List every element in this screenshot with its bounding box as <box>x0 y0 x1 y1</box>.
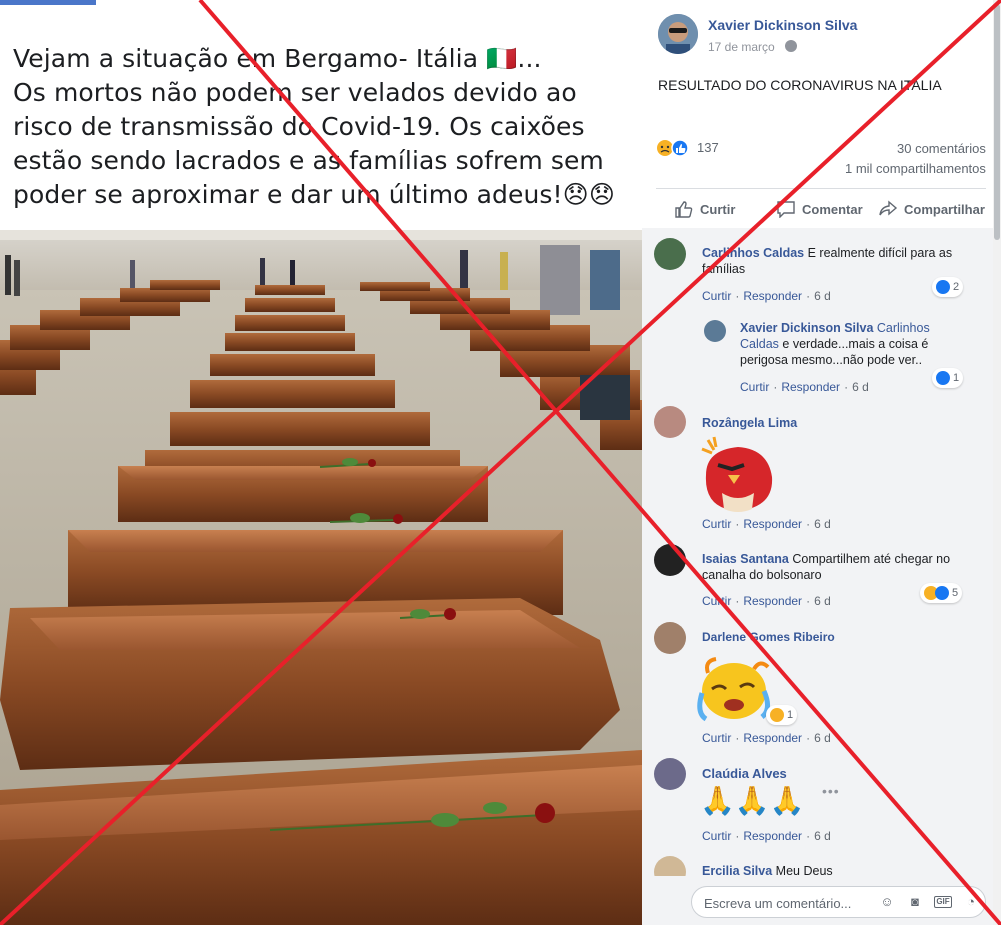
comment-placeholder: Escreva um comentário... <box>704 896 852 911</box>
like-label: Curtir <box>700 201 736 217</box>
comment-time[interactable]: 6 d <box>814 829 831 843</box>
comment-meta: Curtir · Responder · 6 d <box>702 517 831 531</box>
sad-reaction-icon <box>657 140 673 156</box>
emoji-icon[interactable]: ☺ <box>878 894 896 910</box>
scrollbar-thumb[interactable] <box>994 4 1000 240</box>
divider <box>656 188 986 189</box>
reaction-count: 2 <box>953 281 960 293</box>
post-text: RESULTADO DO CORONAVIRUS NA ITALIA <box>658 77 942 93</box>
more-options-icon[interactable]: ••• <box>822 783 840 799</box>
author-name[interactable]: Xavier Dickinson Silva <box>708 17 857 33</box>
commenter-name[interactable]: Claúdia Alves <box>702 766 787 781</box>
comment-time[interactable]: 6 d <box>814 289 831 303</box>
avatar[interactable] <box>654 758 686 790</box>
image-caption: Vejam a situação em Bergamo- Itália 🇮🇹..… <box>13 42 633 212</box>
reply-link[interactable]: Responder <box>743 829 802 843</box>
camera-icon[interactable]: ◙ <box>906 894 924 910</box>
comment-time[interactable]: 6 d <box>852 380 869 394</box>
caption-line: risco de transmissão do Covid-19. Os cai… <box>13 112 585 141</box>
like-link[interactable]: Curtir <box>702 594 731 608</box>
comment-bubble: Xavier Dickinson Silva Carlinhos Caldas … <box>730 313 968 375</box>
like-link[interactable]: Curtir <box>740 380 769 394</box>
share-count[interactable]: 1 mil compartilhamentos <box>845 161 986 176</box>
comment-count[interactable]: 30 comentários <box>897 141 986 156</box>
angry-bird-sticker <box>700 435 776 520</box>
comment-icon <box>777 201 795 218</box>
comment-reactions[interactable]: 1 <box>766 705 798 725</box>
avatar[interactable] <box>704 320 726 342</box>
comment-time[interactable]: 6 d <box>814 594 831 608</box>
prayer-emojis: 🙏🙏🙏 <box>700 785 805 816</box>
reaction-count: 1 <box>953 372 960 384</box>
comment-bubble: Carlinhos Caldas E realmente difícil par… <box>692 238 968 284</box>
globe-icon <box>785 40 797 52</box>
post-image-panel: Vejam a situação em Bergamo- Itália 🇮🇹..… <box>0 0 642 925</box>
reaction-count: 5 <box>952 587 959 599</box>
coffins-photo <box>0 230 642 925</box>
avatar[interactable] <box>654 238 686 270</box>
caption-line: Os mortos não podem ser velados devido a… <box>13 78 577 107</box>
like-reaction-icon <box>936 371 950 385</box>
sticker-icon[interactable]: ◔ <box>962 894 980 910</box>
like-link[interactable]: Curtir <box>702 731 731 745</box>
comment-time[interactable]: 6 d <box>814 517 831 531</box>
crying-sticker <box>694 653 776 730</box>
commenter-name[interactable]: Rozângela Lima <box>702 416 797 430</box>
comment-button[interactable]: Comentar <box>776 200 863 218</box>
share-label: Compartilhar <box>904 201 985 217</box>
comment-meta: Curtir · Responder · 6 d <box>702 731 831 745</box>
like-link[interactable]: Curtir <box>702 517 731 531</box>
post-details-panel: Xavier Dickinson Silva 17 de março RESUL… <box>642 0 1001 925</box>
comment-meta: Curtir · Responder · 6 d <box>702 289 831 303</box>
comment-reactions[interactable]: 1 <box>932 368 964 388</box>
share-button[interactable]: Compartilhar <box>878 200 985 218</box>
comment-meta: Curtir · Responder · 6 d <box>740 380 869 394</box>
like-reaction-icon <box>935 586 949 600</box>
post-time[interactable]: 17 de março <box>708 40 775 54</box>
like-link[interactable]: Curtir <box>702 829 731 843</box>
reply-link[interactable]: Responder <box>743 594 802 608</box>
comment-time[interactable]: 6 d <box>814 731 831 745</box>
comment-label: Comentar <box>802 201 863 217</box>
commenter-name[interactable]: Isaias Santana <box>702 552 789 566</box>
reaction-count[interactable]: 137 <box>697 140 719 155</box>
avatar[interactable] <box>654 406 686 438</box>
reply-link[interactable]: Responder <box>781 380 840 394</box>
share-icon <box>879 200 898 216</box>
author-avatar[interactable] <box>658 14 698 54</box>
sad-reaction-icon <box>770 708 784 722</box>
comment-reactions[interactable]: 2 <box>932 277 964 297</box>
reply-link[interactable]: Responder <box>743 731 802 745</box>
caption-line: estão sendo lacrados e as famílias sofre… <box>13 146 604 175</box>
commenter-name[interactable]: Carlinhos Caldas <box>702 246 804 260</box>
reply-link[interactable]: Responder <box>743 289 802 303</box>
caption-line: poder se aproximar e dar um último adeus… <box>13 180 615 209</box>
like-link[interactable]: Curtir <box>702 289 731 303</box>
like-button[interactable]: Curtir <box>674 200 735 218</box>
comment-reactions[interactable]: 5 <box>920 583 963 603</box>
reaction-count: 1 <box>787 709 794 721</box>
thumbs-up-icon <box>675 201 693 218</box>
comment-meta: Curtir · Responder · 6 d <box>702 594 831 608</box>
reaction-icons[interactable] <box>656 139 692 157</box>
author-face-icon <box>658 14 698 54</box>
comment-meta: Curtir · Responder · 6 d <box>702 829 831 843</box>
reply-link[interactable]: Responder <box>743 517 802 531</box>
caption-line: Vejam a situação em Bergamo- Itália 🇮🇹..… <box>13 44 542 73</box>
like-reaction-icon <box>936 280 950 294</box>
commenter-name[interactable]: Xavier Dickinson Silva <box>740 321 873 335</box>
avatar[interactable] <box>654 622 686 654</box>
gif-icon[interactable]: GIF <box>934 896 952 908</box>
commenter-name[interactable]: Darlene Gomes Ribeiro <box>702 630 835 644</box>
avatar[interactable] <box>654 544 686 576</box>
top-progress-bar <box>0 0 96 5</box>
